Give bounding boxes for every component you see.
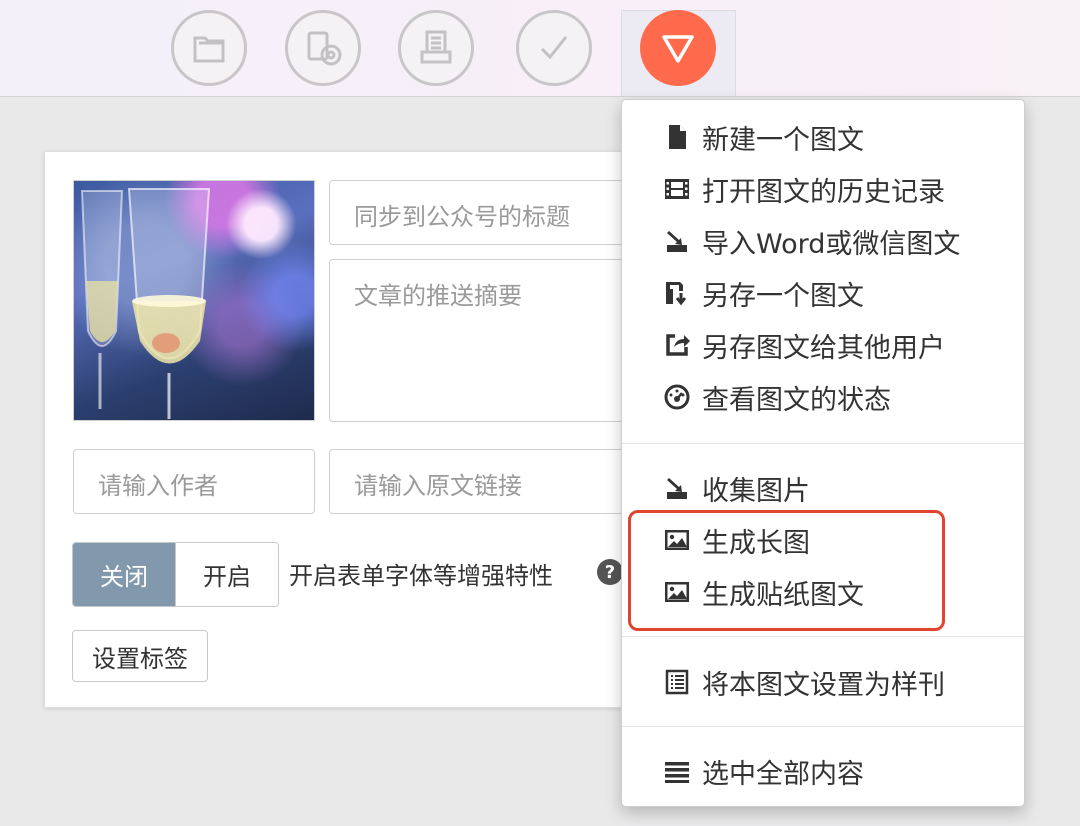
import-icon (662, 226, 692, 256)
menu-item-label: 生成贴纸图文 (702, 579, 864, 611)
menu-item-label: 导入Word或微信图文 (702, 228, 961, 260)
menu-item-share-to-user[interactable]: 另存图文给其他用户 (622, 321, 1024, 369)
cover-image[interactable] (73, 180, 315, 421)
file-icon (662, 122, 692, 152)
menu-item-import-word[interactable]: 导入Word或微信图文 (622, 217, 1024, 265)
menu-item-label: 新建一个图文 (702, 124, 864, 156)
menu-item-label: 生成长图 (702, 527, 810, 559)
menu-item-new-article[interactable]: 新建一个图文 (622, 113, 1024, 161)
menu-item-select-all[interactable]: 选中全部内容 (622, 747, 1024, 795)
menu-divider (622, 443, 1024, 444)
share-icon (662, 330, 692, 360)
menu-item-label: 将本图文设置为样刊 (702, 669, 945, 701)
image-icon (662, 525, 692, 555)
folder-button[interactable] (171, 10, 247, 86)
menu-item-generate-long-image[interactable]: 生成长图 (622, 516, 1024, 564)
printer-icon (420, 30, 452, 64)
toggle-off-option[interactable]: 关闭 (73, 543, 175, 606)
print-button[interactable] (398, 10, 474, 86)
folder-icon (193, 36, 225, 63)
dropdown-triangle-icon (662, 35, 694, 63)
import-icon (662, 473, 692, 503)
save-as-icon (662, 278, 692, 308)
check-icon (540, 36, 568, 60)
help-icon[interactable]: ? (597, 559, 623, 585)
champagne-glasses-image (80, 188, 211, 419)
menu-item-label: 打开图文的历史记录 (702, 176, 945, 208)
menu-divider (622, 636, 1024, 637)
menu-item-open-history[interactable]: 打开图文的历史记录 (622, 165, 1024, 213)
film-icon (662, 174, 692, 204)
menu-item-set-as-sample[interactable]: 将本图文设置为样刊 (622, 658, 1024, 706)
menu-item-label: 收集图片 (702, 475, 810, 507)
menu-item-label: 查看图文的状态 (702, 384, 891, 416)
top-toolbar (0, 0, 1080, 97)
enhance-toggle[interactable]: 关闭 开启 (72, 542, 279, 607)
menu-item-label: 另存一个图文 (702, 280, 864, 312)
media-disc-icon (307, 31, 342, 66)
dashboard-icon (662, 382, 692, 412)
menu-item-save-as[interactable]: 另存一个图文 (622, 269, 1024, 317)
toggle-on-option[interactable]: 开启 (175, 543, 278, 606)
menu-item-generate-sticker-article[interactable]: 生成贴纸图文 (622, 568, 1024, 616)
media-button[interactable] (285, 10, 361, 86)
menu-divider (622, 726, 1024, 727)
article-editor-panel: 同步到公众号的标题 文章的推送摘要 请输入作者 请输入原文链接 关闭 开启 开启… (44, 151, 689, 708)
set-tags-button[interactable]: 设置标签 (72, 630, 208, 682)
enhance-features-label: 开启表单字体等增强特性 (289, 562, 553, 590)
menu-item-label: 另存图文给其他用户 (702, 332, 945, 364)
menu-item-view-status[interactable]: 查看图文的状态 (622, 373, 1024, 421)
author-input[interactable]: 请输入作者 (73, 449, 315, 514)
dropdown-menu: 新建一个图文 打开图文的历史记录 导入Word或微信图文 另存一个图文 另存图文… (621, 99, 1025, 807)
bars-icon (662, 756, 692, 786)
check-button[interactable] (516, 10, 592, 86)
image-icon (662, 577, 692, 607)
menu-item-collect-images[interactable]: 收集图片 (622, 464, 1024, 512)
list-icon (662, 667, 692, 697)
more-menu-button[interactable] (640, 10, 716, 86)
menu-item-label: 选中全部内容 (702, 758, 864, 790)
